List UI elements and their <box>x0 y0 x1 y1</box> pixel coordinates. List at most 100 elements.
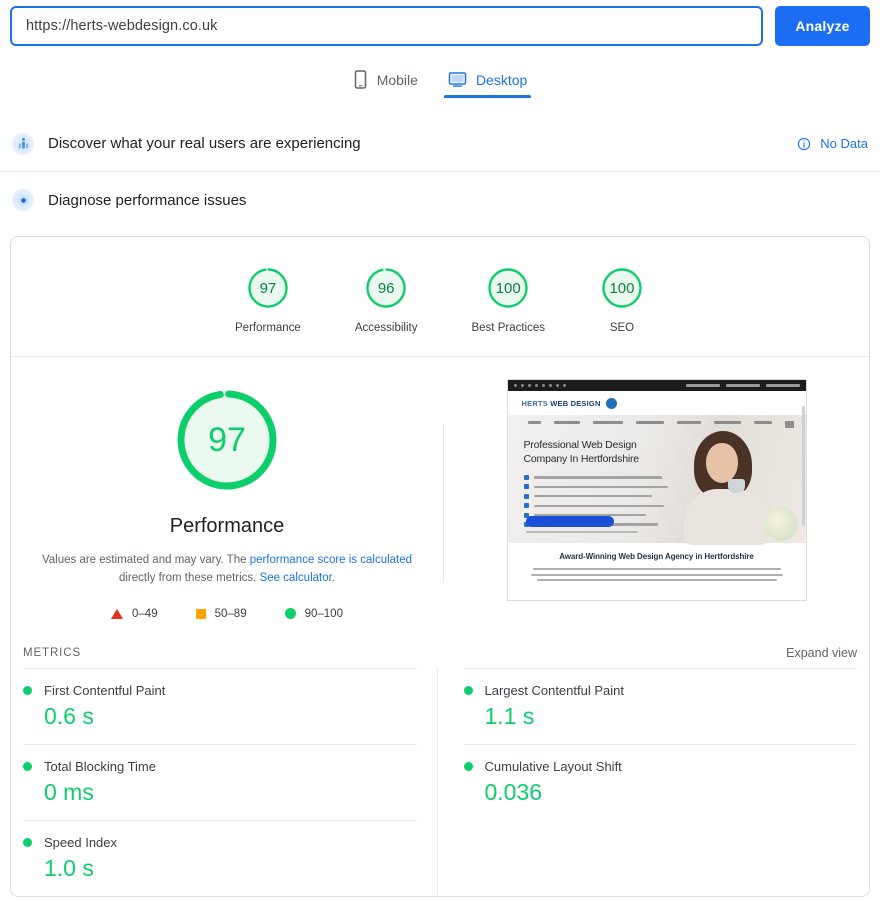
thumb-headline: Professional Web Design Company In Hertf… <box>524 439 674 467</box>
page-screenshot-panel: HERTS WEB DESIGN Professional Web Design… <box>444 373 869 620</box>
metric-name: Total Blocking Time <box>44 758 156 774</box>
legend-item-low: 0–49 <box>111 608 158 620</box>
thumb-cta-button <box>525 516 614 527</box>
score-ring-seo: 100 <box>599 265 645 311</box>
score-ring-performance: 97 <box>245 265 291 311</box>
analyze-button[interactable]: Analyze <box>775 6 870 46</box>
metrics-column-left: First Contentful Paint 0.6 s Total Block… <box>23 667 438 896</box>
score-accessibility[interactable]: 96 Accessibility <box>354 265 418 334</box>
performance-note: Values are estimated and may vary. The p… <box>37 552 417 588</box>
status-dot-icon <box>463 685 473 695</box>
status-dot-icon <box>23 761 32 771</box>
tab-desktop[interactable]: Desktop <box>443 66 532 98</box>
triangle-icon <box>111 608 124 619</box>
performance-hero: 97 Performance Values are estimated and … <box>11 357 869 620</box>
performance-gauge-panel: 97 Performance Values are estimated and … <box>11 373 443 620</box>
metric-name: Cumulative Layout Shift <box>484 758 622 774</box>
performance-gauge: 97 <box>172 385 282 495</box>
legend-label-high: 90–100 <box>304 607 343 620</box>
score-legend: 0–49 50–89 90–100 <box>111 608 343 620</box>
score-ring-accessibility: 96 <box>363 265 409 311</box>
tab-desktop-label: Desktop <box>475 71 528 88</box>
metric-speed-index[interactable]: Speed Index 1.0 s <box>23 819 417 896</box>
metric-name: First Contentful Paint <box>44 682 166 698</box>
circle-icon <box>284 608 296 620</box>
note-text-1: Values are estimated and may vary. The <box>41 554 250 566</box>
lighthouse-icon <box>12 189 34 211</box>
thumb-section-heading: Award-Winning Web Design Agency in Hertf… <box>559 552 754 561</box>
thumb-logo-mark <box>605 397 617 409</box>
thumb-hero: Professional Web Design Company In Hertf… <box>507 415 806 545</box>
category-scores: 97 Performance 96 Accessibility 100 Best… <box>11 237 869 357</box>
square-icon <box>195 608 206 619</box>
legend-label-mid: 50–89 <box>214 607 247 620</box>
thumb-logo-text-1: HERTS <box>521 398 548 408</box>
diagnose-section-row: Diagnose performance issues <box>0 172 880 228</box>
thumb-contact-info <box>685 384 800 387</box>
field-data-icon <box>12 132 34 155</box>
thumb-logo: HERTS WEB DESIGN <box>507 391 806 415</box>
mobile-icon <box>353 70 368 89</box>
metric-value: 0 ms <box>44 778 94 805</box>
thumb-headline-line1: Professional Web Design <box>523 439 637 451</box>
discover-title: Discover what your real users are experi… <box>48 135 361 152</box>
score-label-performance: Performance <box>235 322 301 334</box>
thumb-logo-text-2: WEB DESIGN <box>550 398 601 408</box>
score-label-best-practices: Best Practices <box>471 322 545 334</box>
metric-value: 0.036 <box>484 778 543 805</box>
metric-first-contentful-paint[interactable]: First Contentful Paint 0.6 s <box>23 667 417 744</box>
legend-item-mid: 50–89 <box>195 607 247 620</box>
performance-score-link[interactable]: performance score is calculated <box>250 554 412 566</box>
score-best-practices[interactable]: 100 Best Practices <box>471 265 545 334</box>
note-text-2: directly from these metrics. <box>118 571 260 584</box>
score-value-accessibility: 96 <box>377 279 395 297</box>
performance-gauge-title: Performance <box>169 515 285 537</box>
url-input-value: https://herts-webdesign.co.uk <box>26 18 218 34</box>
status-dot-icon <box>23 685 32 695</box>
page-screenshot-thumbnail[interactable]: HERTS WEB DESIGN Professional Web Design… <box>506 379 807 601</box>
metric-name: Speed Index <box>44 834 118 850</box>
legend-item-high: 90–100 <box>284 607 343 620</box>
expand-view-button[interactable]: Expand view <box>786 646 857 660</box>
diagnose-title: Diagnose performance issues <box>48 191 247 209</box>
lighthouse-report-card: 97 Performance 96 Accessibility 100 Best… <box>10 236 870 897</box>
metrics-label: METRICS <box>23 646 82 659</box>
metrics-header: METRICS Expand view <box>11 634 869 668</box>
metric-largest-contentful-paint[interactable]: Largest Contentful Paint 1.1 s <box>463 667 857 744</box>
score-value-best-practices: 100 <box>495 279 521 297</box>
see-calculator-link[interactable]: See calculator <box>260 572 332 584</box>
score-ring-best-practices: 100 <box>485 265 531 311</box>
metric-total-blocking-time[interactable]: Total Blocking Time 0 ms <box>23 743 417 820</box>
no-data-status[interactable]: No Data <box>797 136 868 151</box>
score-label-accessibility: Accessibility <box>354 322 418 334</box>
metric-value: 0.6 s <box>44 702 94 729</box>
score-performance[interactable]: 97 Performance <box>235 265 301 334</box>
thumb-topbar <box>507 380 806 391</box>
thumb-social-icons <box>513 384 566 387</box>
note-text-3: . <box>331 571 336 584</box>
performance-gauge-value: 97 <box>208 420 246 459</box>
thumb-body-section: Award-Winning Web Design Agency in Hertf… <box>507 543 806 582</box>
thumb-headline-line2: Company In Hertfordshire <box>523 452 640 465</box>
metric-name: Largest Contentful Paint <box>484 682 624 698</box>
desktop-icon <box>448 71 467 88</box>
thumb-subtext <box>525 531 638 534</box>
metric-value: 1.1 s <box>484 702 535 729</box>
search-bar: https://herts-webdesign.co.uk Analyze <box>0 0 880 46</box>
thumb-scrollbar <box>801 406 805 526</box>
status-dot-icon <box>23 837 32 847</box>
score-seo[interactable]: 100 SEO <box>599 265 645 334</box>
status-dot-icon <box>463 761 473 771</box>
metric-cumulative-layout-shift[interactable]: Cumulative Layout Shift 0.036 <box>463 743 857 820</box>
metric-value: 1.0 s <box>44 854 94 881</box>
score-label-seo: SEO <box>609 322 635 334</box>
tab-mobile[interactable]: Mobile <box>349 66 422 98</box>
device-tabs: Mobile Desktop <box>0 66 880 98</box>
thumb-logo-text: HERTS WEB DESIGN <box>522 399 601 408</box>
score-value-seo: 100 <box>609 279 635 297</box>
info-icon <box>797 137 811 151</box>
url-input[interactable]: https://herts-webdesign.co.uk <box>10 6 763 46</box>
tab-mobile-label: Mobile <box>376 71 418 88</box>
thumb-hero-photo <box>670 423 800 545</box>
legend-label-low: 0–49 <box>132 607 158 620</box>
